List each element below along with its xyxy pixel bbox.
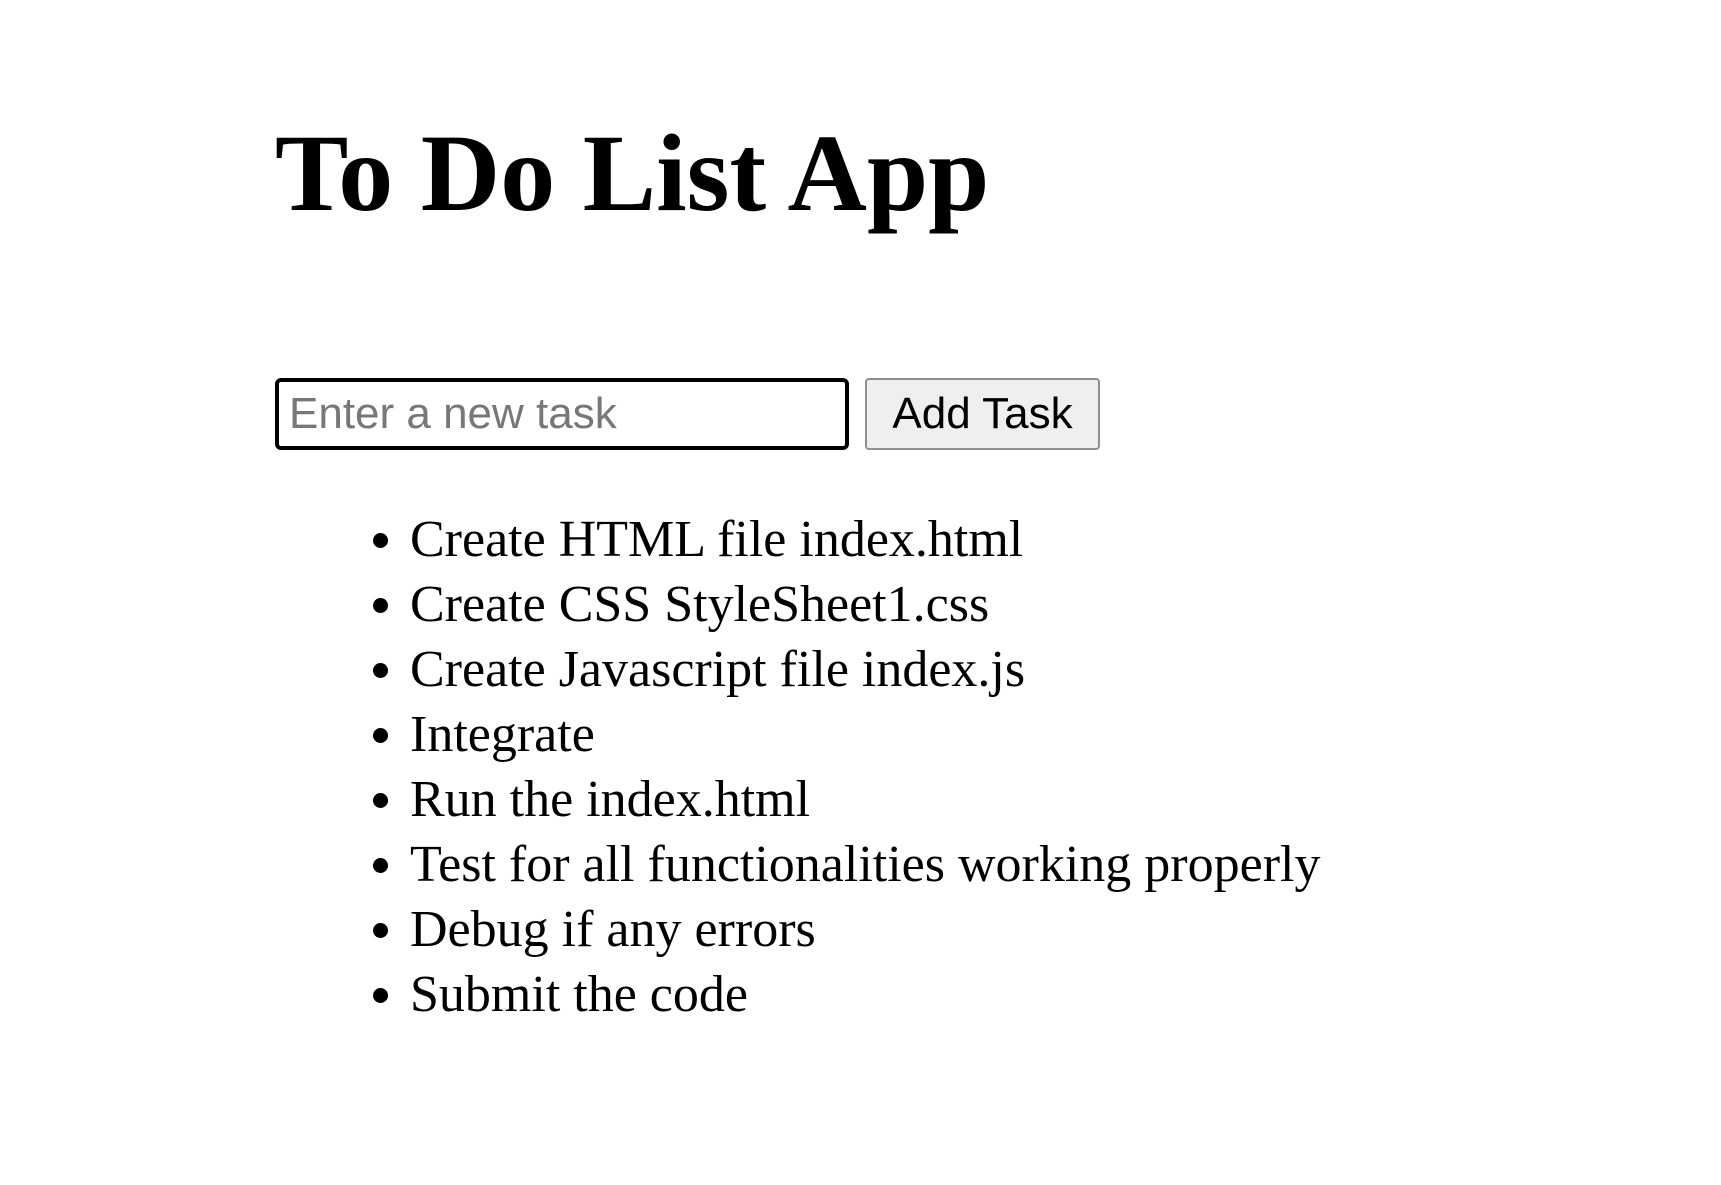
task-list-item: Create HTML file index.html xyxy=(410,507,1320,572)
task-list-item: Submit the code xyxy=(410,962,1320,1027)
add-task-button[interactable]: Add Task xyxy=(865,378,1100,450)
task-list-item: Create CSS StyleSheet1.css xyxy=(410,572,1320,637)
task-input[interactable] xyxy=(275,378,849,450)
task-list: Create HTML file index.html Create CSS S… xyxy=(275,507,1320,1027)
task-form: Add Task xyxy=(275,378,1100,450)
task-list-item: Test for all functionalities working pro… xyxy=(410,832,1320,897)
task-list-item: Integrate xyxy=(410,702,1320,767)
task-list-item: Run the index.html xyxy=(410,767,1320,832)
page-title: To Do List App xyxy=(275,112,990,234)
task-list-item: Debug if any errors xyxy=(410,897,1320,962)
task-list-item: Create Javascript file index.js xyxy=(410,637,1320,702)
